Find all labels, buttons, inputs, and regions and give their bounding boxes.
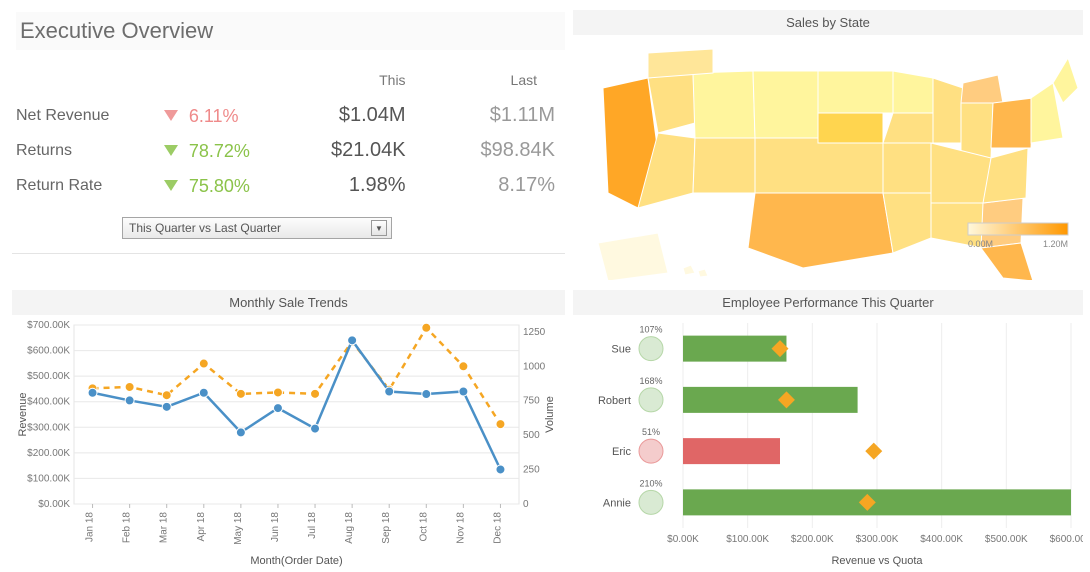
svg-text:$300.00K: $300.00K	[27, 422, 70, 433]
svg-text:$500.00K: $500.00K	[27, 371, 70, 382]
kpi-this: $21.04K	[302, 133, 433, 168]
svg-text:Revenue vs Quota: Revenue vs Quota	[831, 555, 923, 567]
svg-text:Annie: Annie	[603, 497, 631, 509]
legend-min: 0.00M	[968, 239, 993, 249]
col-last: Last	[434, 68, 565, 98]
svg-text:$0.00K: $0.00K	[38, 499, 70, 510]
kpi-panel: Executive Overview This Last Net Revenue…	[12, 10, 565, 282]
chevron-down-icon: ▼	[371, 220, 387, 236]
svg-text:Apr 18: Apr 18	[196, 512, 207, 542]
kpi-last: 8.17%	[434, 168, 565, 203]
kpi-this: 1.98%	[302, 168, 433, 203]
svg-text:$0.00K: $0.00K	[667, 534, 699, 545]
svg-text:$300.00K: $300.00K	[856, 534, 899, 545]
svg-text:Robert: Robert	[598, 395, 631, 407]
employee-chart[interactable]: $0.00K $100.00K $200.00K $300.00K $400.00K $5…	[573, 315, 1083, 570]
svg-text:168%: 168%	[639, 376, 662, 386]
arrow-down-icon	[164, 180, 178, 191]
svg-text:107%: 107%	[639, 325, 662, 335]
employee-panel: Employee Performance This Quarter $0.00K…	[573, 290, 1083, 570]
kpi-row: Net Revenue 6.11% $1.04M $1.11M	[12, 98, 565, 133]
page-title: Executive Overview	[16, 12, 565, 50]
svg-text:$200.00K: $200.00K	[791, 534, 834, 545]
svg-text:Mar 18: Mar 18	[159, 512, 170, 544]
svg-text:Oct 18: Oct 18	[418, 512, 429, 542]
svg-text:Aug 18: Aug 18	[344, 512, 355, 544]
svg-text:210%: 210%	[639, 478, 662, 488]
arrow-down-icon	[164, 145, 178, 156]
divider	[12, 253, 565, 254]
trends-title: Monthly Sale Trends	[12, 290, 565, 315]
svg-text:0: 0	[523, 499, 529, 510]
us-map[interactable]: 0.00M 1.20M	[573, 35, 1083, 280]
kpi-row: Returns 78.72% $21.04K $98.84K	[12, 133, 565, 168]
svg-text:500: 500	[523, 430, 540, 441]
svg-text:250: 250	[523, 465, 540, 476]
svg-text:51%: 51%	[642, 427, 660, 437]
svg-text:Jun 18: Jun 18	[270, 512, 281, 542]
svg-text:1000: 1000	[523, 361, 546, 372]
svg-text:750: 750	[523, 396, 540, 407]
svg-text:$500.00K: $500.00K	[985, 534, 1028, 545]
period-dropdown[interactable]: This Quarter vs Last Quarter ▼	[122, 217, 392, 239]
kpi-this: $1.04M	[302, 98, 433, 133]
col-this: This	[302, 68, 433, 98]
svg-text:$400.00K: $400.00K	[27, 397, 70, 408]
kpi-last: $98.84K	[434, 133, 565, 168]
svg-text:$600.00K: $600.00K	[27, 346, 70, 357]
map-legend	[968, 223, 1068, 235]
svg-text:Jan 18: Jan 18	[85, 512, 96, 542]
svg-text:Sep 18: Sep 18	[381, 512, 392, 544]
kpi-table: This Last Net Revenue 6.11% $1.04M $1.11…	[12, 68, 565, 203]
dropdown-label: This Quarter vs Last Quarter	[129, 221, 281, 235]
svg-text:Dec 18: Dec 18	[492, 512, 503, 544]
kpi-delta: 6.11%	[160, 98, 302, 133]
svg-text:Feb 18: Feb 18	[122, 512, 133, 544]
kpi-delta: 78.72%	[160, 133, 302, 168]
svg-text:$400.00K: $400.00K	[920, 534, 963, 545]
employee-title: Employee Performance This Quarter	[573, 290, 1083, 315]
map-title: Sales by State	[573, 10, 1083, 35]
svg-text:Revenue: Revenue	[17, 392, 29, 436]
kpi-row: Return Rate 75.80% 1.98% 8.17%	[12, 168, 565, 203]
svg-text:Eric: Eric	[612, 446, 631, 458]
svg-text:Nov 18: Nov 18	[455, 512, 466, 544]
trends-chart[interactable]: $0.00K $100.00K $200.00K $300.00K $400.00K $5…	[12, 315, 565, 570]
kpi-label: Net Revenue	[12, 98, 160, 133]
svg-text:May 18: May 18	[233, 512, 244, 545]
kpi-label: Returns	[12, 133, 160, 168]
svg-text:Volume: Volume	[544, 396, 556, 433]
svg-text:$100.00K: $100.00K	[726, 534, 769, 545]
kpi-label: Return Rate	[12, 168, 160, 203]
kpi-delta: 75.80%	[160, 168, 302, 203]
legend-max: 1.20M	[1043, 239, 1068, 249]
kpi-last: $1.11M	[434, 98, 565, 133]
map-panel: Sales by State	[573, 10, 1083, 282]
svg-text:1250: 1250	[523, 327, 546, 338]
svg-text:$600.00K: $600.00K	[1050, 534, 1083, 545]
svg-text:$200.00K: $200.00K	[27, 448, 70, 459]
svg-text:Sue: Sue	[611, 344, 631, 356]
trends-panel: Monthly Sale Trends $0.00K $100.00K $200.0…	[12, 290, 565, 570]
svg-text:$100.00K: $100.00K	[27, 473, 70, 484]
svg-text:$700.00K: $700.00K	[27, 320, 70, 331]
arrow-down-icon	[164, 110, 178, 121]
svg-text:Jul 18: Jul 18	[307, 512, 318, 539]
svg-text:Month(Order Date): Month(Order Date)	[250, 555, 342, 567]
